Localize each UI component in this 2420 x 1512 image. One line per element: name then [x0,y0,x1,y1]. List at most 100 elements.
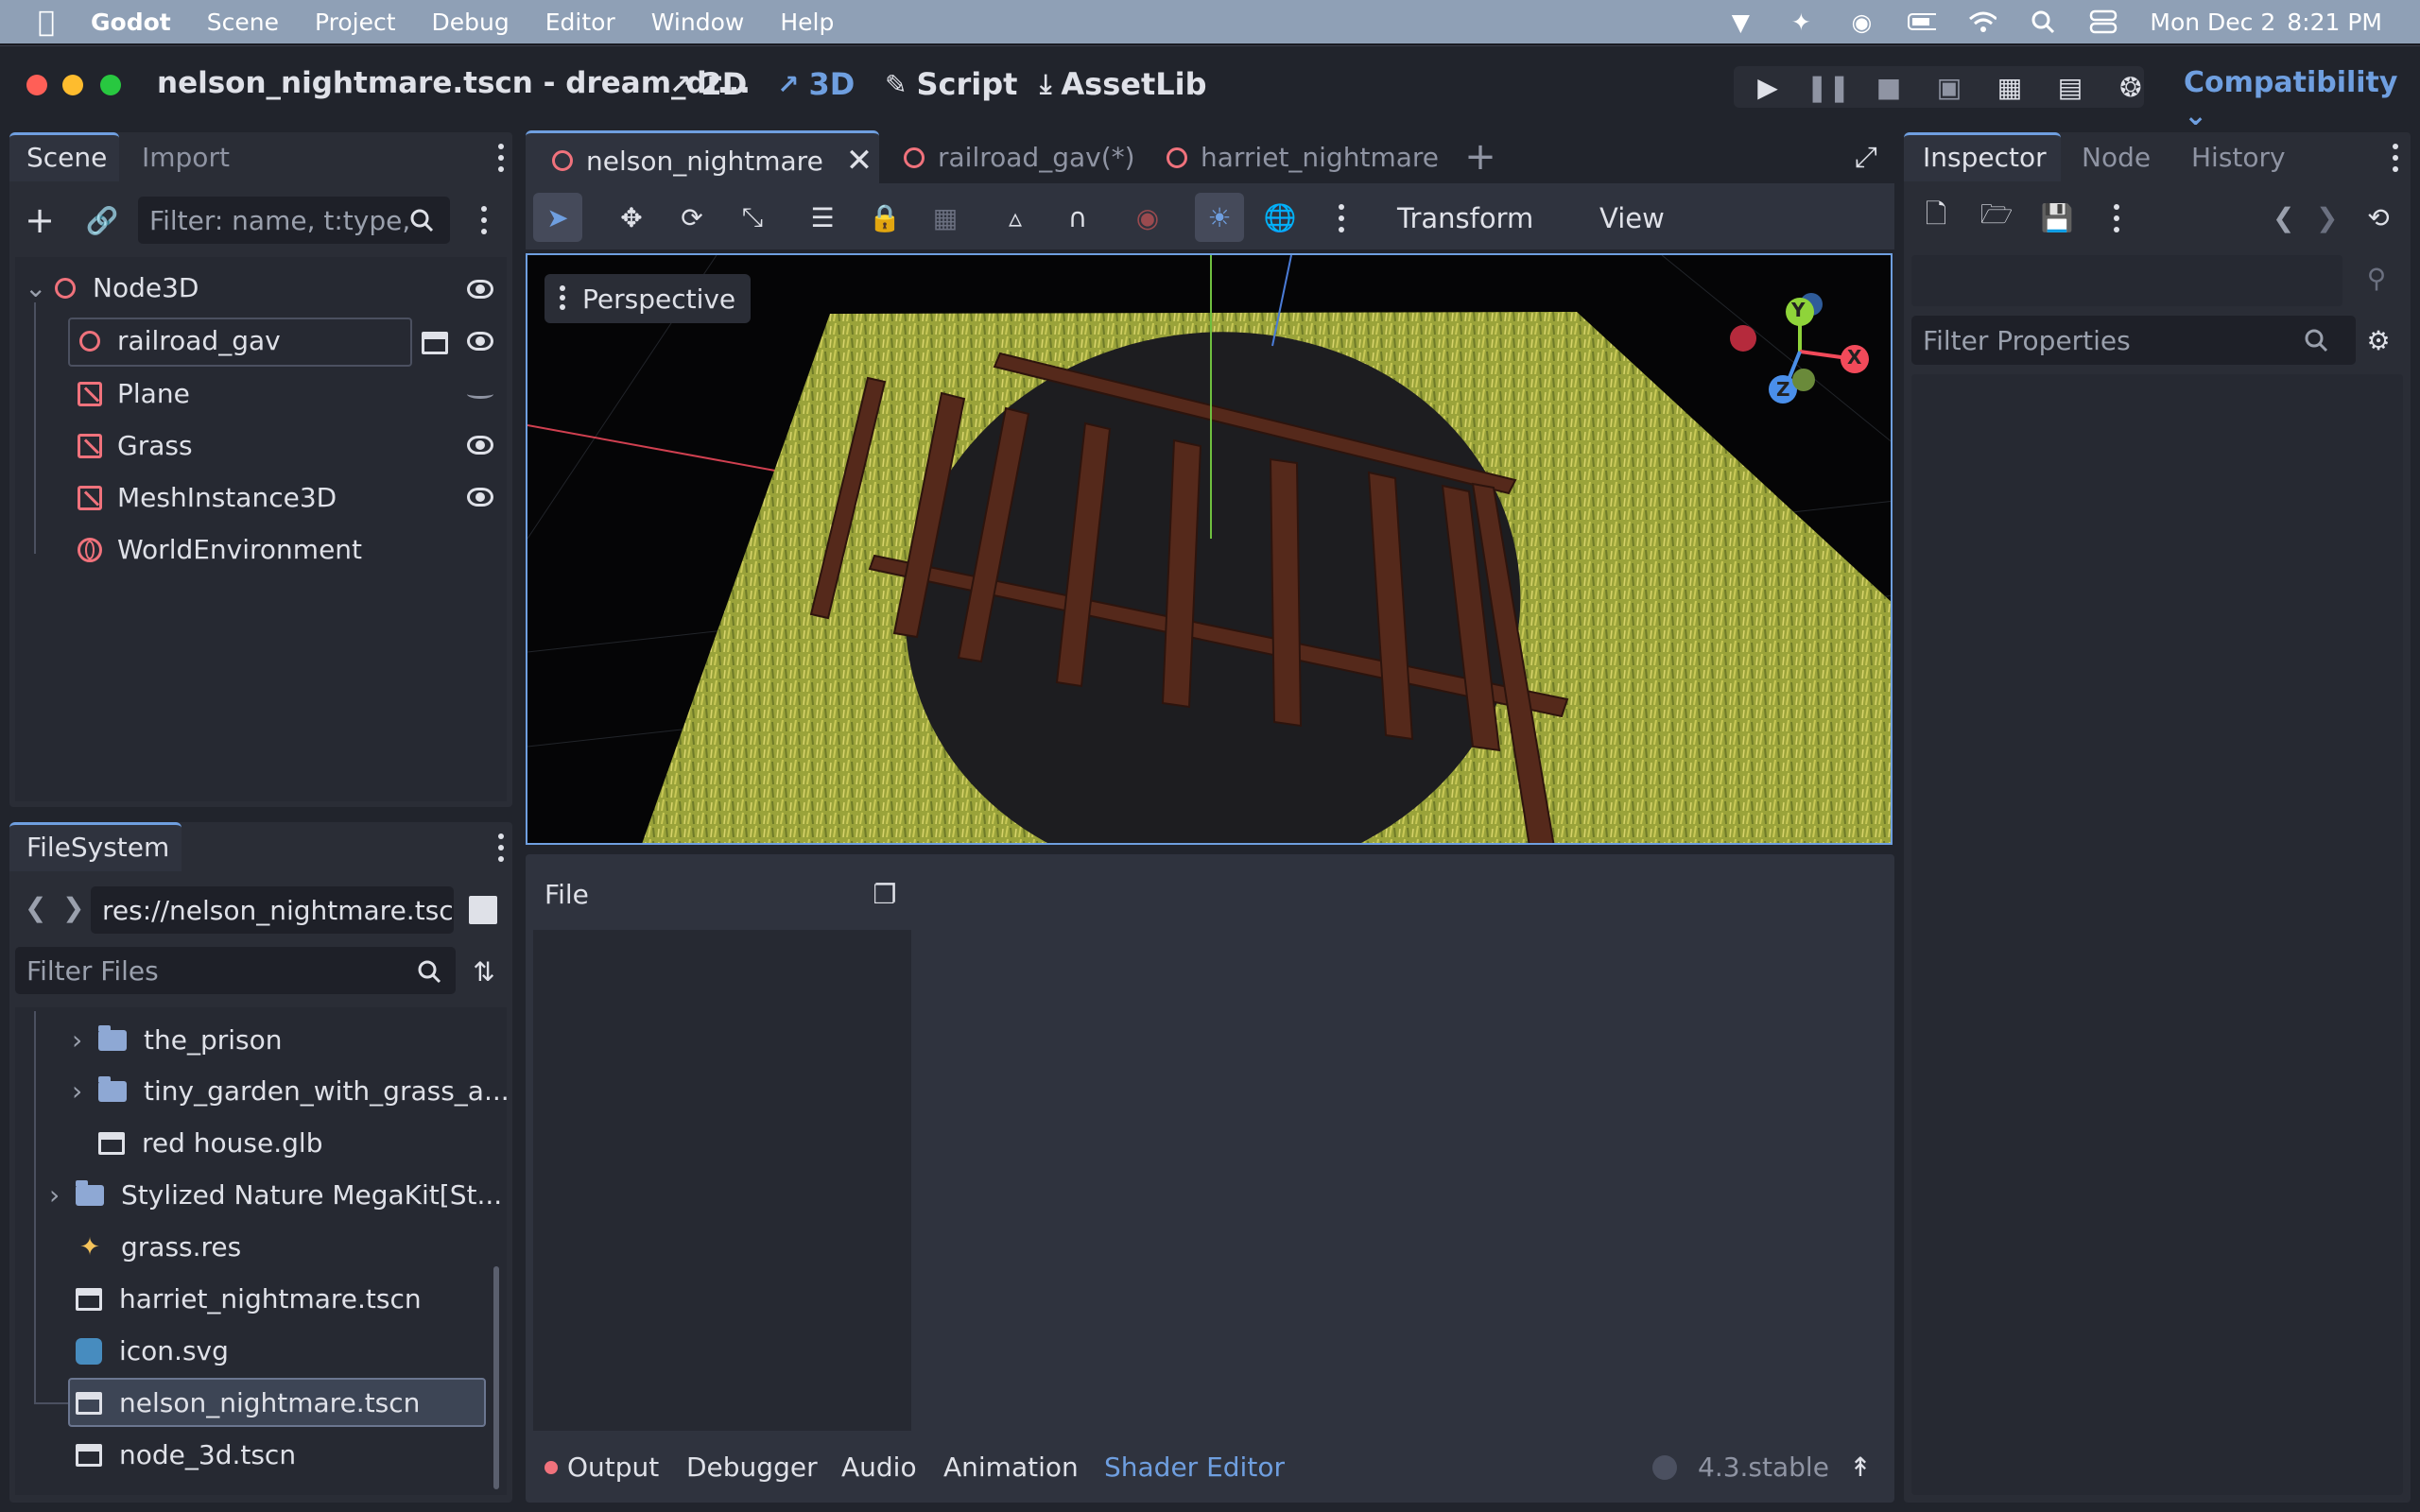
file-menu[interactable]: File [544,879,589,910]
play-icon[interactable]: ▶ [1751,70,1785,104]
toggle-file-list-icon[interactable]: ❐ [868,877,902,911]
play-custom-scene-icon[interactable]: ▤ [2053,70,2087,104]
menu-window[interactable]: Window [651,9,745,36]
scene-dock-menu-icon[interactable] [498,144,504,172]
property-settings-icon[interactable]: ⚙ [2361,323,2395,357]
minimize-window-button[interactable] [62,75,83,95]
collapse-arrow-icon[interactable]: ⌄ [25,272,46,303]
tree-item-plane[interactable]: Plane [78,378,190,409]
play-scene-icon[interactable]: ▦ [1993,70,2027,104]
expand-arrow-icon[interactable]: › [72,1024,82,1056]
move-tool-icon[interactable]: ✥ [614,200,648,234]
open-scene-clapper-icon[interactable] [418,326,452,360]
rotate-tool-icon[interactable]: ⟳ [675,200,709,234]
file-item-stylized-nature[interactable]: Stylized Nature MegaKit[St... [76,1179,502,1211]
mode-2d-button[interactable]: ↗ 2D [669,66,747,102]
scene-filter-menu-icon[interactable] [481,206,487,234]
file-item-nelson-nightmare[interactable]: nelson_nightmare.tscn [76,1387,420,1418]
pause-icon[interactable]: ❚❚ [1806,70,1851,104]
object-docs-icon[interactable]: ⚲ [2360,261,2394,295]
inspector-dock-menu-icon[interactable] [2393,144,2398,172]
editor-tab-nelson-nightmare[interactable]: nelson_nightmare ✕ [552,142,873,180]
save-resource-icon[interactable]: 💾 [2040,200,2074,234]
hidden-eye-icon[interactable] [467,389,493,399]
editor-tab-railroad-gav[interactable]: railroad_gav(*) [904,142,1135,173]
bottom-tab-animation[interactable]: Animation [943,1452,1079,1483]
transform-menu[interactable]: Transform [1397,202,1533,234]
tree-item-meshinstance3d[interactable]: MeshInstance3D [78,482,337,513]
file-item-red-house-glb[interactable]: red house.glb [98,1127,322,1159]
apple-icon[interactable]:  [38,6,55,39]
sort-icon[interactable]: ⇅ [467,954,501,988]
stop-icon[interactable]: ■ [1872,70,1906,104]
resource-menu-icon[interactable] [2114,204,2119,232]
file-item-harriet-nightmare[interactable]: harriet_nightmare.tscn [76,1283,422,1314]
filesystem-path-input[interactable]: res://nelson_nightmare.tsc [91,886,454,934]
tab-filesystem[interactable]: FileSystem [26,832,169,863]
expand-arrow-icon[interactable]: › [72,1075,82,1107]
bottom-tab-shader-editor[interactable]: Shader Editor [1104,1452,1285,1483]
filter-files-input[interactable]: Filter Files [15,947,456,994]
scrollbar[interactable] [493,1266,499,1489]
tab-import[interactable]: Import [142,142,230,173]
vpn-icon[interactable]: ▼ [1726,8,1754,36]
renderer-select[interactable]: Compatibility ⌄ [2184,66,2420,132]
maximize-window-button[interactable] [100,75,121,95]
expand-arrow-icon[interactable]: › [49,1179,60,1211]
history-forward-icon[interactable]: ❯ [2316,202,2338,233]
viewport-options-icon[interactable] [1339,204,1344,232]
view-menu[interactable]: View [1599,202,1665,234]
menu-project[interactable]: Project [315,9,396,36]
mode-assetlib-button[interactable]: ⤓ AssetLib [1040,66,1207,102]
tab-inspector[interactable]: Inspector [1923,142,2047,173]
bottom-tab-output[interactable]: Output [567,1452,659,1483]
snap-icon[interactable]: ∩ [1061,200,1095,234]
visibility-eye-icon[interactable] [467,488,493,507]
control-center-icon[interactable] [2089,8,2118,36]
spotlight-search-icon[interactable] [2029,8,2057,36]
history-back-icon[interactable]: ❮ [2273,202,2294,233]
close-tab-icon[interactable]: ✕ [846,142,873,180]
tab-history[interactable]: History [2191,142,2286,173]
tab-scene[interactable]: Scene [26,142,107,173]
menu-app-godot[interactable]: Godot [91,9,171,36]
user-icon[interactable]: ◉ [1847,8,1876,36]
split-view-icon[interactable] [469,896,497,924]
mode-3d-button[interactable]: ↗ 3D [777,66,855,102]
new-resource-icon[interactable]: 🗋 [1919,198,1953,234]
instance-scene-icon[interactable]: 🔗 [85,203,119,237]
menu-editor[interactable]: Editor [545,9,615,36]
wifi-icon[interactable] [1968,8,1997,36]
back-arrow-icon[interactable]: ❮ [25,892,46,923]
menu-debug[interactable]: Debug [432,9,510,36]
menu-help[interactable]: Help [780,9,834,36]
local-space-icon[interactable]: ▵ [998,200,1032,234]
file-item-icon-svg[interactable]: icon.svg [76,1335,229,1366]
expand-bottom-panel-icon[interactable]: ↟ [1843,1450,1877,1484]
scale-tool-icon[interactable]: ⤡ [735,200,769,234]
list-select-icon[interactable]: ☰ [805,200,839,234]
group-icon[interactable]: ▦ [928,200,962,234]
add-node-icon[interactable]: + [23,199,57,241]
file-item-the-prison[interactable]: the_prison [98,1024,282,1056]
filter-properties-input[interactable]: Filter Properties [1911,316,2356,365]
select-tool-icon[interactable]: ➤ [541,200,575,234]
menu-scene[interactable]: Scene [207,9,279,36]
forward-arrow-icon[interactable]: ❯ [62,892,84,923]
remote-debug-icon[interactable]: ▣ [1932,70,1966,104]
perspective-menu[interactable]: Perspective [544,274,752,323]
3d-viewport[interactable] [526,253,1893,845]
tab-node[interactable]: Node [2082,142,2151,173]
tree-item-railroad-gav[interactable]: railroad_gav [79,325,281,356]
tree-item-grass[interactable]: Grass [78,430,193,461]
visibility-eye-icon[interactable] [467,332,493,351]
mode-script-button[interactable]: ✎ Script [885,66,1017,102]
add-tab-icon[interactable]: + [1463,135,1497,179]
bottom-tab-debugger[interactable]: Debugger [686,1452,818,1483]
lock-icon[interactable]: 🔒 [868,200,902,234]
file-item-node-3d[interactable]: node_3d.tscn [76,1439,296,1470]
filesystem-menu-icon[interactable] [498,833,504,862]
battery-icon[interactable] [1908,8,1937,36]
object-history-icon[interactable]: ⟲ [2361,200,2395,234]
movie-maker-icon[interactable]: ❂ [2114,70,2148,104]
